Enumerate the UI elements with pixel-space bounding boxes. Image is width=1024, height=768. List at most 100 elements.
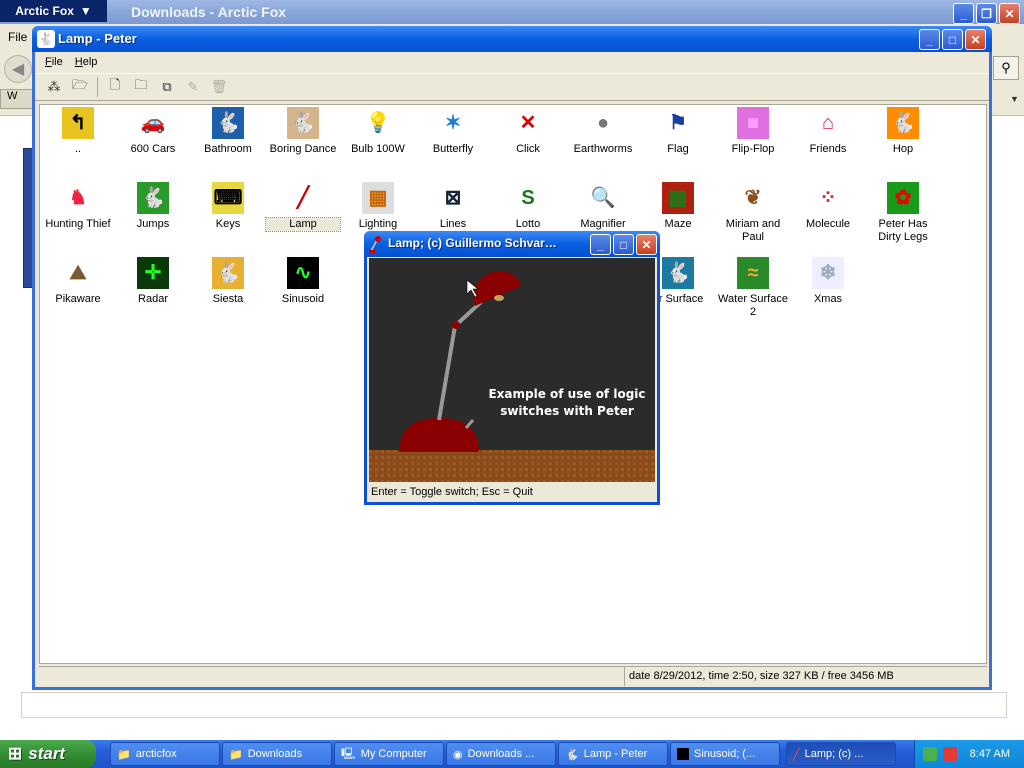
peter-toolbar: ⁂ 🗁 🗋 🗀 ⧉ ✎ 🗑 (35, 73, 989, 101)
program-icon-item[interactable]: S Lotto (491, 182, 565, 231)
program-icon-label: Xmas (813, 293, 843, 305)
program-icon-item[interactable]: ■ Flip-Flop (716, 107, 790, 156)
peter-titlebar: 🐇 Lamp - Peter _ □ ✕ (32, 26, 992, 52)
lamp-icon: ╱ (793, 748, 800, 761)
peter-close-button[interactable]: ✕ (965, 29, 986, 50)
program-icon-item[interactable]: ● Earthworms (566, 107, 640, 156)
program-icon-label: Lines (439, 218, 467, 230)
menu-help[interactable]: Help (71, 56, 102, 68)
edit-text-icon[interactable]: ✎ (180, 75, 206, 99)
program-icon-item[interactable]: 🔍 Magnifier (566, 182, 640, 231)
keys-icon: ⌨ (212, 182, 244, 214)
security-shield-icon[interactable] (943, 747, 957, 761)
peter-minimize-button[interactable]: _ (919, 29, 940, 50)
program-icon-label: Friends (809, 143, 847, 155)
program-icon-item[interactable]: ▦ Lighting (341, 182, 415, 231)
browser-menu-file[interactable]: File (8, 30, 27, 44)
clock[interactable]: 8:47 AM (970, 748, 1010, 760)
back-arrow-icon[interactable]: ◀ (4, 55, 32, 83)
program-icon-item[interactable]: 💡 Bulb 100W (341, 107, 415, 156)
program-icon-label: Siesta (212, 293, 244, 305)
peter-maximize-button[interactable]: □ (942, 29, 963, 50)
lamp-switch[interactable] (464, 419, 475, 429)
program-icon-item[interactable]: ▩ Maze (641, 182, 715, 231)
browser-close-button[interactable]: ✕ (999, 3, 1020, 24)
lotto-icon: S (512, 182, 544, 214)
program-icon-item[interactable]: ∿ Sinusoid (266, 257, 340, 306)
mouse-cursor-icon (466, 279, 479, 298)
taskbar-label: My Computer (360, 748, 427, 760)
program-icon-item[interactable]: 🐇 Siesta (191, 257, 265, 306)
program-icon-item[interactable]: 🐇 Hop (866, 107, 940, 156)
lamp-close-button[interactable]: ✕ (636, 234, 657, 255)
program-icon-item[interactable]: ⁘ Molecule (791, 182, 865, 231)
program-icon-item[interactable]: ⊠ Lines (416, 182, 490, 231)
browser-icon: ◉ (453, 748, 463, 761)
menu-file[interactable]: File (41, 56, 67, 68)
browser-maximize-button[interactable]: ❐ (976, 3, 997, 24)
taskbar-button-my-computer[interactable]: 🖳 My Computer (334, 742, 444, 766)
program-icon-label: Radar (138, 293, 168, 305)
taskbar-button-downloads[interactable]: 📁 Downloads (222, 742, 332, 766)
program-icon-item[interactable]: ⌂ Friends (791, 107, 865, 156)
lamp-scene (369, 271, 655, 482)
program-icon-item[interactable]: ♞ Hunting Thief (41, 182, 115, 231)
program-icon-item[interactable]: ❦ Miriam and Paul (716, 182, 790, 244)
taskbar-button-downloads-browser[interactable]: ◉ Downloads ... (446, 742, 556, 766)
program-icon-label: Hunting Thief (45, 218, 111, 230)
status-left-pane (39, 667, 625, 686)
lamp-arm-lower (437, 325, 457, 421)
lamp-icon (369, 236, 381, 253)
program-icon-item[interactable]: 🐇 Bathroom (191, 107, 265, 156)
browser-footer-box (21, 692, 1007, 718)
program-icon-item[interactable]: 🐇 Boring Dance (266, 107, 340, 156)
taskbar-button-sinusoid[interactable]: Sinusoid; (... (670, 742, 780, 766)
taskbar-button-arcticfox[interactable]: 📁 arcticfox (110, 742, 220, 766)
program-icon-item[interactable]: ⚑ Flag (641, 107, 715, 156)
browser-minimize-button[interactable]: _ (953, 3, 974, 24)
chevron-down-icon[interactable]: ▼ (1010, 94, 1019, 104)
program-icon-label: Butterfly (432, 143, 474, 155)
program-icon-item[interactable]: ❄ Xmas (791, 257, 865, 306)
lamp-minimize-button[interactable]: _ (590, 234, 611, 255)
new-file-icon[interactable]: 🗋 (102, 75, 128, 99)
program-icon-item[interactable]: ✛ Radar (116, 257, 190, 306)
lamp-maximize-button[interactable]: □ (613, 234, 634, 255)
copy-icon[interactable]: ⧉ (154, 75, 180, 99)
start-button[interactable]: ⊞ start (0, 740, 96, 768)
open-folder-icon[interactable]: 🗁 (67, 75, 93, 99)
lamp-canvas[interactable]: Example of use of logic switches with Pe… (369, 258, 655, 482)
program-icon-item[interactable]: ╱ Lamp (265, 182, 341, 232)
browser-app-menu[interactable]: Arctic Fox ▼ (0, 0, 107, 22)
folder-icon[interactable]: 🗀 (128, 75, 154, 99)
browser-tab[interactable]: W (0, 89, 34, 109)
program-icon-item[interactable]: ✶ Butterfly (416, 107, 490, 156)
lamp-caption-line2: switches with Peter (500, 404, 634, 418)
search-icon[interactable]: ⚲ (993, 56, 1019, 80)
program-icon-item[interactable]: ✕ Click (491, 107, 565, 156)
flag-icon: ⚑ (662, 107, 694, 139)
network-icon[interactable]: ⁂ (41, 75, 67, 99)
lighting-icon: ▦ (362, 182, 394, 214)
sinusoid-icon: ∿ (287, 257, 319, 289)
magnifier-icon: 🔍 (587, 182, 619, 214)
program-icon-item[interactable]: ↰.. (41, 107, 115, 156)
program-icon-item[interactable]: ⛰ Pikaware (41, 257, 115, 306)
peter-title: Lamp - Peter (58, 31, 137, 46)
trash-icon[interactable]: 🗑 (206, 75, 232, 99)
program-icon-item[interactable]: 🐇 Jumps (116, 182, 190, 231)
program-icon-label: Keys (215, 218, 241, 230)
taskbar-button-lamp-peter[interactable]: 🐇 Lamp - Peter (558, 742, 668, 766)
water-surface2-icon: ≈ (737, 257, 769, 289)
program-icon-item[interactable]: 🚗 600 Cars (116, 107, 190, 156)
program-icon-item[interactable]: ⌨ Keys (191, 182, 265, 231)
program-icon-item[interactable]: ≈ Water Surface 2 (716, 257, 790, 319)
lamp-icon: ╱ (287, 182, 319, 214)
program-icon-label: Maze (664, 218, 692, 230)
taskbar-button-lamp[interactable]: ╱ Lamp; (c) ... (786, 742, 896, 766)
program-icon-item[interactable]: ✿ Peter Has Dirty Legs (866, 182, 940, 244)
lines-icon: ⊠ (437, 182, 469, 214)
network-tray-icon[interactable] (923, 747, 937, 761)
program-icon-label: Jumps (136, 218, 170, 230)
maze-icon: ▩ (662, 182, 694, 214)
